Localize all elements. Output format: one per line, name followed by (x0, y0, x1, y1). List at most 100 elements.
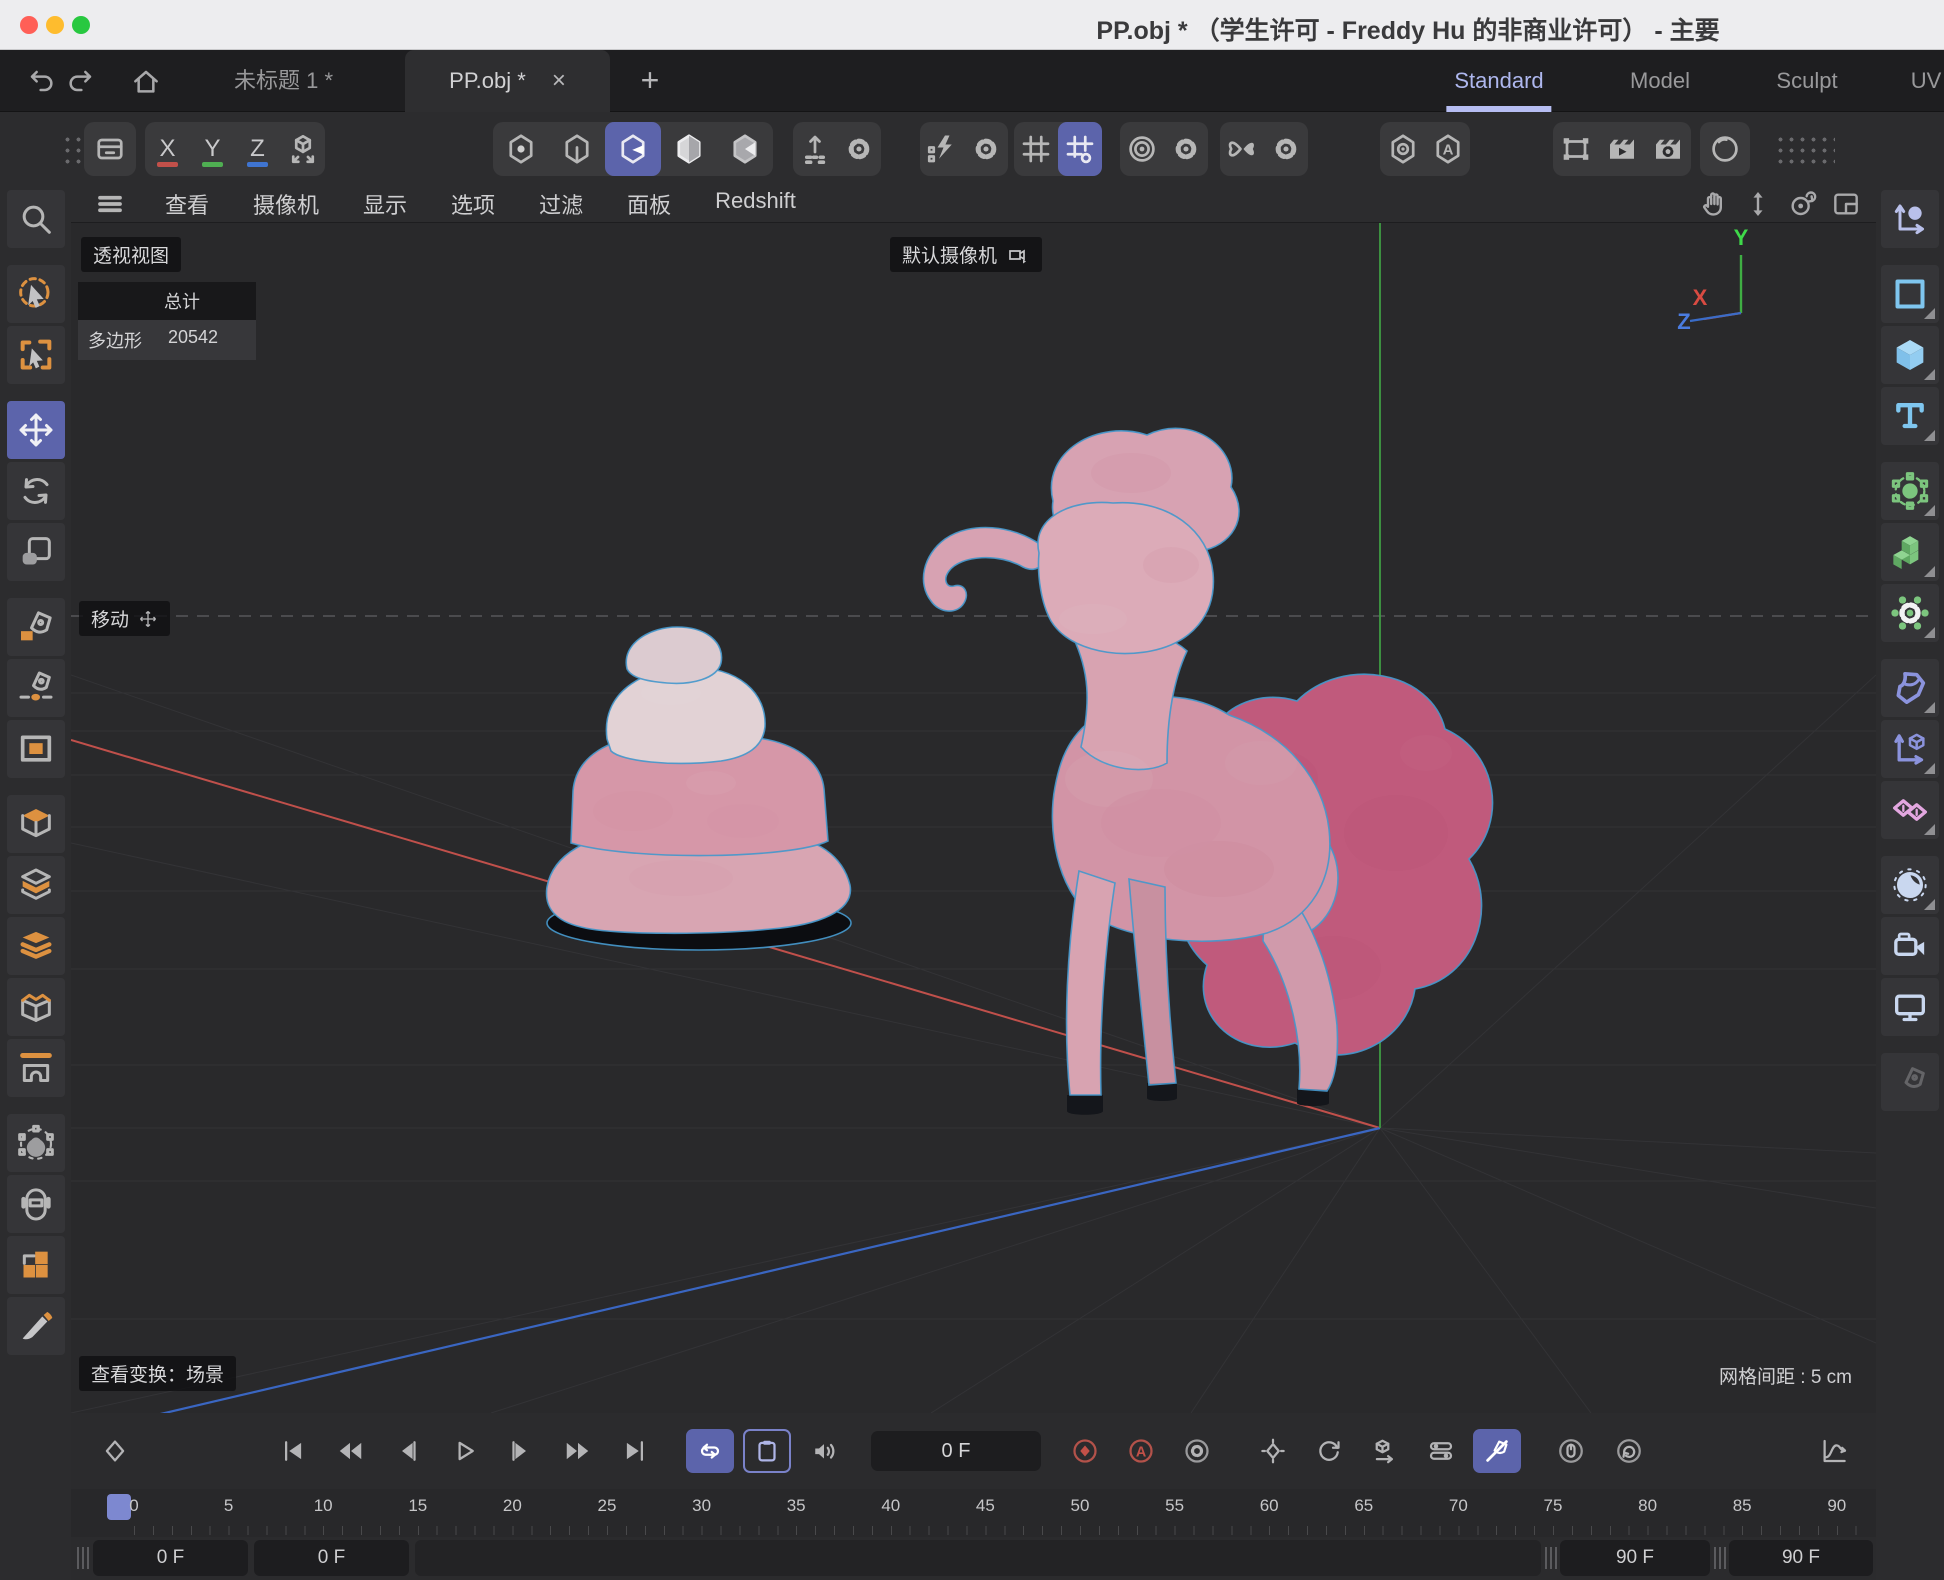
layout-tab-sculpt[interactable]: Sculpt (1776, 50, 1837, 112)
axis-modify-settings-button[interactable] (837, 122, 881, 176)
voxel-cubes-button[interactable] (7, 1236, 65, 1294)
record-keyframe-button[interactable] (91, 1429, 139, 1473)
sound-button[interactable] (800, 1429, 848, 1473)
play-button[interactable] (440, 1429, 488, 1473)
pen-tool-button[interactable] (7, 598, 65, 656)
live-selection-button[interactable] (7, 265, 65, 323)
generator-button[interactable] (1881, 462, 1939, 520)
keyframe-clipboard-button[interactable] (743, 1429, 791, 1473)
axis-z-lock-button[interactable]: Z (235, 122, 280, 176)
knife-tool-button[interactable] (7, 1297, 65, 1355)
preview-end-field[interactable]: 90 F (1560, 1540, 1710, 1576)
symmetry-button[interactable] (1220, 122, 1264, 176)
points-mode-button[interactable] (493, 122, 549, 176)
falloff-button[interactable] (1120, 122, 1164, 176)
bend-deformer-button[interactable] (1881, 659, 1939, 717)
viewport-menu-item[interactable]: 选项 (451, 188, 495, 220)
autokey-disabled-button[interactable] (1473, 1429, 1521, 1473)
layout-tab-standard[interactable]: Standard (1454, 50, 1543, 112)
loop-playback-button[interactable] (686, 1429, 734, 1473)
rotation-record-button[interactable] (1605, 1429, 1653, 1473)
perspective-viewport[interactable]: 透视视图 默认摄像机 总计 多边形 20542 移动 查看变换：场景 网格间距 … (71, 223, 1876, 1413)
viewport-menu-item[interactable]: 摄像机 (253, 188, 319, 220)
workplane-lock-button[interactable] (1058, 122, 1102, 176)
layout-tab-model[interactable]: Model (1630, 50, 1690, 112)
keyframe-selection-button[interactable] (1249, 1429, 1297, 1473)
toolbar-grip-right[interactable] (1775, 134, 1835, 164)
stage-button[interactable] (1881, 978, 1939, 1036)
goto-prev-frame-button[interactable] (383, 1429, 431, 1473)
range-start-field[interactable]: 0 F (93, 1540, 248, 1576)
close-window-button[interactable] (20, 16, 38, 34)
viewport-menu-item[interactable]: 过滤 (539, 188, 583, 220)
view-label-chip[interactable]: 透视视图 (81, 237, 181, 272)
goto-end-button[interactable] (611, 1429, 659, 1473)
coordinate-move-button[interactable] (1881, 190, 1939, 248)
cube-primitive-button[interactable] (1881, 326, 1939, 384)
edit-pen-button[interactable] (1881, 1053, 1939, 1111)
falloff-settings-button[interactable] (1164, 122, 1208, 176)
workplane-button[interactable] (1014, 122, 1058, 176)
redo-button[interactable] (64, 66, 96, 98)
annotate-button[interactable]: A (1425, 122, 1470, 176)
playhead[interactable] (107, 1494, 131, 1520)
goto-start-button[interactable] (269, 1429, 317, 1473)
goto-next-key-button[interactable] (554, 1429, 602, 1473)
weld-button[interactable] (7, 1175, 65, 1233)
deformer-button[interactable] (1881, 584, 1939, 642)
range-grip[interactable] (77, 1547, 89, 1569)
search-tool-button[interactable] (7, 190, 65, 248)
bridge-button[interactable] (7, 1039, 65, 1097)
layout-tab-uv[interactable]: UV (1911, 50, 1942, 112)
make-editable-button[interactable] (84, 122, 136, 176)
coordinate-system-button[interactable] (280, 122, 325, 176)
record-position-button[interactable] (1061, 1429, 1109, 1473)
axis-modify-button[interactable] (793, 122, 837, 176)
polygons-mode-button[interactable] (605, 122, 661, 176)
goto-next-frame-button[interactable] (497, 1429, 545, 1473)
object-track-button[interactable] (1361, 1429, 1409, 1473)
split-box-button[interactable] (7, 978, 65, 1036)
close-tab-icon[interactable]: × (552, 67, 566, 95)
object-axis-mode-button[interactable] (717, 122, 773, 176)
doc-tab-untitled[interactable]: 未标题 1 * (200, 50, 367, 112)
subdivide-button[interactable] (7, 917, 65, 975)
goto-prev-key-button[interactable] (326, 1429, 374, 1473)
camera-label-chip[interactable]: 默认摄像机 (890, 237, 1042, 272)
axis-y-lock-button[interactable]: Y (190, 122, 235, 176)
mouse-record-button[interactable] (1547, 1429, 1595, 1473)
text-primitive-button[interactable] (1881, 387, 1939, 445)
orbit-view-icon[interactable] (1786, 188, 1818, 220)
range-scroll-track[interactable] (415, 1540, 1541, 1576)
sky-button[interactable] (1881, 856, 1939, 914)
viewport-menu-item[interactable]: 查看 (165, 188, 209, 220)
viewport-menu-item[interactable]: 显示 (363, 188, 407, 220)
frame-region-button[interactable] (7, 720, 65, 778)
render-settings-button[interactable] (1645, 122, 1691, 176)
undo-button[interactable] (26, 66, 58, 98)
cycle-keys-button[interactable] (1305, 1429, 1353, 1473)
instance-axis-button[interactable] (1881, 720, 1939, 778)
rotate-tool-button[interactable] (7, 462, 65, 520)
zoom-window-button[interactable] (72, 16, 90, 34)
spline-pen-button[interactable] (7, 659, 65, 717)
move-tool-button[interactable] (7, 401, 65, 459)
normals-display-button[interactable] (1380, 122, 1425, 176)
exchange-button[interactable] (1881, 781, 1939, 839)
pan-hand-icon[interactable] (1698, 188, 1730, 220)
toggle-panel-icon[interactable] (1830, 188, 1862, 220)
current-frame-field[interactable]: 0 F (871, 1431, 1041, 1471)
render-view-button[interactable] (1599, 122, 1645, 176)
extrude-button[interactable] (7, 795, 65, 853)
timeline-ruler[interactable]: 051015202530354045505560657075808590 (71, 1489, 1876, 1537)
camera-button[interactable] (1881, 917, 1939, 975)
fcurve-button[interactable] (1810, 1429, 1858, 1473)
minimize-window-button[interactable] (46, 16, 64, 34)
edges-mode-button[interactable] (549, 122, 605, 176)
viewport-menu-item[interactable]: 面板 (627, 188, 671, 220)
scale-tool-button[interactable] (7, 523, 65, 581)
home-button[interactable] (130, 66, 162, 98)
preview-start-field[interactable]: 0 F (254, 1540, 409, 1576)
volume-cubes-button[interactable] (1881, 523, 1939, 581)
cluster-weight-button[interactable] (7, 1114, 65, 1172)
